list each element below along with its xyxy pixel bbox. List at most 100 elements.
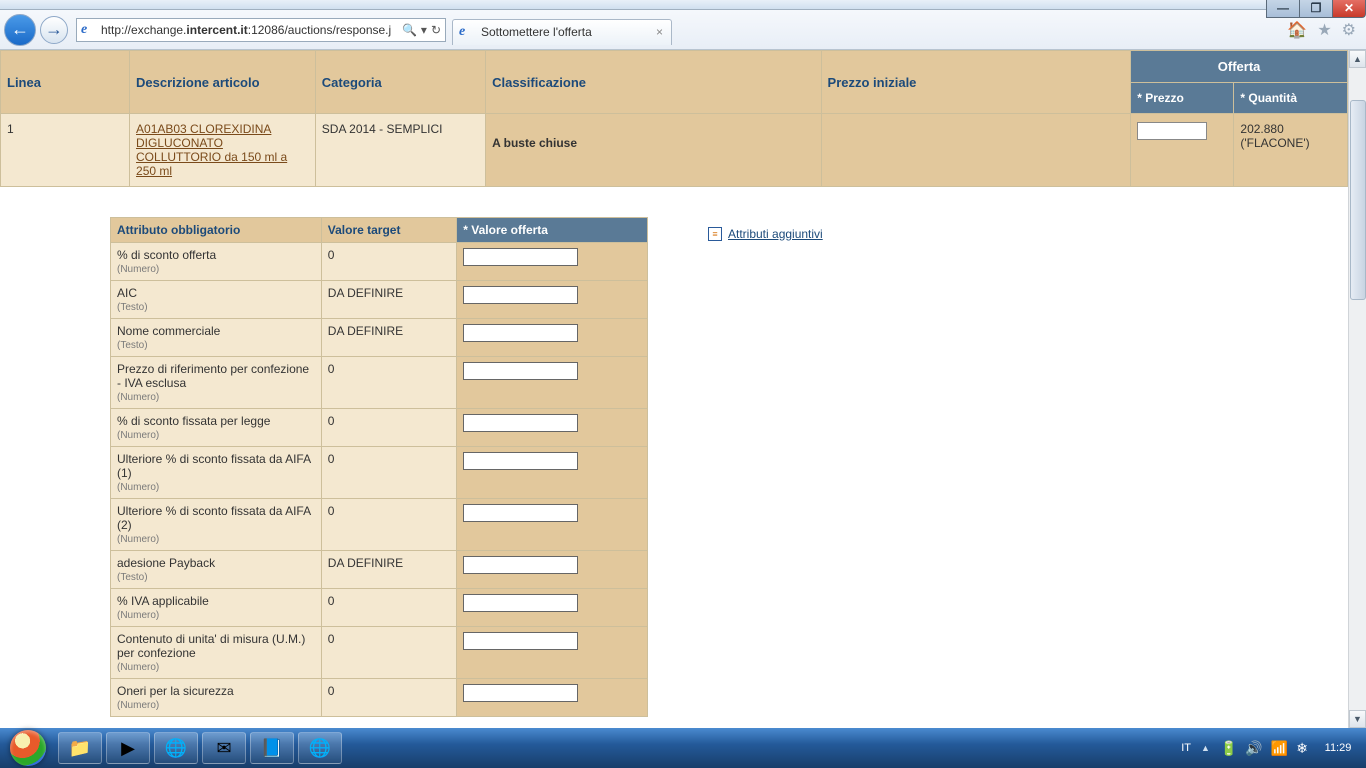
attr-row: % di sconto offerta(Numero)0 (111, 243, 648, 281)
vertical-scrollbar[interactable]: ▲ ▼ (1348, 50, 1366, 728)
attr-value-cell (457, 551, 648, 589)
taskbar-app-button[interactable]: ▶ (106, 732, 150, 764)
taskbar-app-button[interactable]: 📁 (58, 732, 102, 764)
attr-name-cell: Contenuto di unita' di misura (U.M.) per… (111, 627, 322, 679)
start-button[interactable] (0, 728, 56, 768)
cell-descrizione: A01AB03 CLOREXIDINA DIGLUCONATO COLLUTTO… (130, 114, 316, 187)
taskbar-clock[interactable]: 11:29 (1318, 742, 1358, 754)
attr-value-input[interactable] (463, 362, 578, 380)
language-indicator[interactable]: IT (1181, 742, 1191, 754)
attr-row: Oneri per la sicurezza(Numero)0 (111, 679, 648, 717)
nav-back-button[interactable]: ← (4, 14, 36, 46)
search-icon[interactable]: 🔍 (402, 23, 417, 37)
attr-target-cell: 0 (321, 357, 457, 409)
tools-icon[interactable]: ⚙ (1342, 20, 1356, 40)
attr-name-cell: % di sconto offerta(Numero) (111, 243, 322, 281)
col-prezzo-iniziale: Prezzo iniziale (821, 51, 1131, 114)
address-bar[interactable]: e http://exchange.intercent.it:12086/auc… (76, 18, 446, 42)
favorites-icon[interactable]: ★ (1317, 20, 1331, 40)
attr-row: adesione Payback(Testo)DA DEFINIRE (111, 551, 648, 589)
attr-value-input[interactable] (463, 594, 578, 612)
attr-row: Nome commerciale(Testo)DA DEFINIRE (111, 319, 648, 357)
attr-value-input[interactable] (463, 684, 578, 702)
window-maximize-button[interactable]: ❐ (1299, 0, 1333, 18)
window-close-button[interactable]: ✕ (1332, 0, 1366, 18)
tab-close-icon[interactable]: × (654, 25, 665, 39)
attr-row: Ulteriore % di sconto fissata da AIFA (2… (111, 499, 648, 551)
additional-attributes-icon: ≡ (708, 227, 722, 241)
attr-value-input[interactable] (463, 286, 578, 304)
attr-name-cell: AIC(Testo) (111, 281, 322, 319)
tray-sync-icon[interactable]: ❄ (1296, 740, 1308, 757)
attr-target-cell: 0 (321, 409, 457, 447)
attr-value-cell (457, 589, 648, 627)
attrs-col-name: Attributo obbligatorio (111, 218, 322, 243)
attr-target-cell: DA DEFINIRE (321, 281, 457, 319)
attr-value-input[interactable] (463, 632, 578, 650)
attr-type-label: (Testo) (117, 340, 315, 351)
col-classificazione: Classificazione (486, 51, 821, 114)
attr-type-label: (Numero) (117, 392, 315, 403)
taskbar-app-button[interactable]: ✉ (202, 732, 246, 764)
tray-chevron-icon[interactable]: ▲ (1201, 743, 1210, 753)
attrs-header-row: Attributo obbligatorio Valore target * V… (111, 218, 648, 243)
attr-value-input[interactable] (463, 324, 578, 342)
home-icon[interactable]: 🏠 (1287, 20, 1307, 40)
attr-type-label: (Numero) (117, 482, 315, 493)
attr-target-cell: DA DEFINIRE (321, 319, 457, 357)
attr-value-cell (457, 319, 648, 357)
tab-title: Sottomettere l'offerta (481, 25, 654, 39)
attr-value-input[interactable] (463, 452, 578, 470)
attr-name-cell: Prezzo di riferimento per confezione - I… (111, 357, 322, 409)
tab-favicon-icon: e (459, 24, 475, 40)
attr-name-cell: adesione Payback(Testo) (111, 551, 322, 589)
page-content: Linea Descrizione articolo Categoria Cla… (0, 50, 1366, 728)
browser-toolbar: ← → e http://exchange.intercent.it:12086… (0, 10, 1366, 50)
ie-favicon-icon: e (81, 22, 97, 38)
col-linea: Linea (1, 51, 130, 114)
attributes-table: Attributo obbligatorio Valore target * V… (110, 217, 648, 717)
scrollbar-down-button[interactable]: ▼ (1349, 710, 1366, 728)
attr-value-cell (457, 679, 648, 717)
scrollbar-up-button[interactable]: ▲ (1349, 50, 1366, 68)
url-dropdown-icon[interactable]: ▾ (421, 23, 427, 37)
url-text: http://exchange.intercent.it:12086/aucti… (101, 23, 396, 37)
window-title-bar: — ❐ ✕ (0, 0, 1366, 10)
taskbar-app-button[interactable]: 🌐 (154, 732, 198, 764)
attr-value-input[interactable] (463, 414, 578, 432)
tray-battery-icon[interactable]: 🔋 (1220, 740, 1237, 757)
refresh-icon[interactable]: ↻ (431, 23, 441, 37)
taskbar-app-button[interactable]: 🌐 (298, 732, 342, 764)
cell-categoria: SDA 2014 - SEMPLICI (315, 114, 485, 187)
scrollbar-thumb[interactable] (1350, 100, 1366, 300)
attr-value-input[interactable] (463, 248, 578, 266)
taskbar-app-button[interactable]: 📘 (250, 732, 294, 764)
taskbar: 📁▶🌐✉📘🌐 IT ▲ 🔋 🔊 📶 ❄ 11:29 (0, 728, 1366, 768)
attr-type-label: (Numero) (117, 662, 315, 673)
attr-type-label: (Numero) (117, 700, 315, 711)
window-minimize-button[interactable]: — (1266, 0, 1300, 18)
article-link[interactable]: A01AB03 CLOREXIDINA DIGLUCONATO COLLUTTO… (136, 122, 287, 178)
additional-attributes: ≡ Attributi aggiuntivi (708, 227, 823, 241)
tray-volume-icon[interactable]: 🔊 (1245, 740, 1262, 757)
cell-prezzo-iniziale (821, 114, 1131, 187)
tray-network-icon[interactable]: 📶 (1271, 740, 1288, 757)
attr-type-label: (Numero) (117, 430, 315, 441)
nav-forward-button[interactable]: → (40, 16, 68, 44)
attr-row: % di sconto fissata per legge(Numero)0 (111, 409, 648, 447)
attr-name-cell: Nome commerciale(Testo) (111, 319, 322, 357)
table-row: 1 A01AB03 CLOREXIDINA DIGLUCONATO COLLUT… (1, 114, 1348, 187)
attr-row: AIC(Testo)DA DEFINIRE (111, 281, 648, 319)
attr-name-cell: Ulteriore % di sconto fissata da AIFA (2… (111, 499, 322, 551)
attr-value-input[interactable] (463, 504, 578, 522)
cell-quantita: 202.880 ('FLACONE') (1234, 114, 1348, 187)
attr-name-cell: Oneri per la sicurezza(Numero) (111, 679, 322, 717)
attr-row: Prezzo di riferimento per confezione - I… (111, 357, 648, 409)
attr-name-cell: % di sconto fissata per legge(Numero) (111, 409, 322, 447)
additional-attributes-link[interactable]: Attributi aggiuntivi (728, 227, 823, 241)
line-items-table: Linea Descrizione articolo Categoria Cla… (0, 50, 1348, 187)
attr-value-input[interactable] (463, 556, 578, 574)
browser-command-icons: 🏠 ★ ⚙ (1287, 20, 1362, 40)
browser-tab[interactable]: e Sottomettere l'offerta × (452, 19, 672, 45)
price-input[interactable] (1137, 122, 1207, 140)
